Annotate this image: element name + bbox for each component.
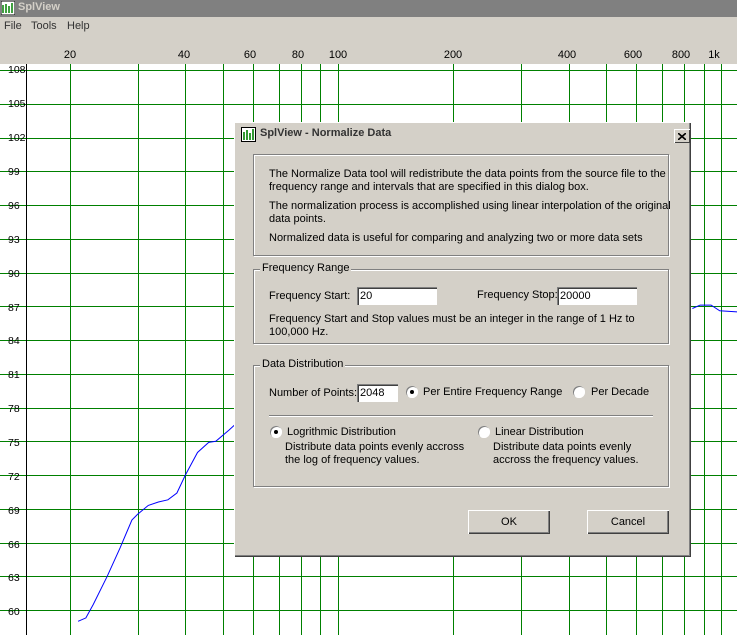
group-legend: Data Distribution bbox=[260, 358, 346, 370]
x-tick-label: 20 bbox=[63, 49, 77, 61]
x-tick-label: 800 bbox=[671, 49, 691, 61]
response-curve bbox=[77, 418, 242, 622]
ok-button-label: OK bbox=[501, 516, 517, 528]
linear-distribution-desc: Distribute data points evenly bbox=[493, 441, 632, 453]
y-tick-label: 66 bbox=[8, 539, 20, 551]
dialog-title: SplView - Normalize Data bbox=[260, 127, 392, 139]
app-title: SplView bbox=[18, 1, 60, 13]
y-tick-label: 72 bbox=[8, 471, 20, 483]
menu-tools[interactable]: Tools bbox=[31, 20, 57, 32]
number-of-points-label: Number of Points: bbox=[269, 387, 358, 399]
cancel-button[interactable]: Cancel bbox=[587, 510, 669, 534]
y-tick-label: 108 bbox=[8, 64, 26, 76]
menu-file[interactable]: File bbox=[4, 20, 22, 32]
linear-distribution-label[interactable]: Linear Distribution bbox=[495, 426, 584, 438]
close-icon bbox=[678, 132, 686, 140]
menu-bar: File Tools Help bbox=[0, 17, 737, 37]
y-tick-label: 93 bbox=[8, 234, 20, 246]
x-tick-label: 600 bbox=[623, 49, 643, 61]
y-tick-label: 60 bbox=[8, 606, 20, 618]
number-of-points-input[interactable] bbox=[357, 384, 398, 402]
x-tick-label: 200 bbox=[443, 49, 463, 61]
linear-distribution-desc: accross the frequency values. bbox=[493, 454, 639, 466]
y-tick-label: 102 bbox=[8, 132, 26, 144]
frequency-stop-label: Frequency Stop: bbox=[477, 289, 558, 301]
y-tick-label: 63 bbox=[8, 572, 20, 584]
app-icon bbox=[241, 127, 256, 142]
x-tick-label: 80 bbox=[291, 49, 305, 61]
data-distribution-group: Data Distribution Number of Points: Per … bbox=[253, 358, 669, 487]
info-text: data points. bbox=[269, 213, 326, 225]
normalize-data-dialog: SplView - Normalize Data The Normalize D… bbox=[234, 122, 691, 557]
info-text: frequency range and intervals that are s… bbox=[269, 181, 589, 193]
close-button[interactable] bbox=[674, 129, 690, 143]
per-decade-radio[interactable] bbox=[573, 386, 585, 398]
info-panel: The Normalize Data tool will redistribut… bbox=[253, 154, 671, 256]
y-tick-label: 87 bbox=[8, 302, 20, 314]
x-tick-label: 100 bbox=[328, 49, 348, 61]
frequency-range-group: Frequency Range Frequency Start: Frequen… bbox=[253, 262, 669, 344]
separator bbox=[269, 415, 653, 417]
frequency-note: 100,000 Hz. bbox=[269, 326, 329, 338]
y-tick-label: 81 bbox=[8, 369, 20, 381]
info-text: Normalized data is useful for comparing … bbox=[269, 232, 643, 244]
info-text: The normalization process is accomplishe… bbox=[269, 200, 671, 212]
x-tick-label: 40 bbox=[177, 49, 191, 61]
log-distribution-radio[interactable] bbox=[270, 426, 282, 438]
y-tick-label: 69 bbox=[8, 505, 20, 517]
frequency-start-input[interactable] bbox=[357, 287, 437, 305]
per-decade-label[interactable]: Per Decade bbox=[591, 386, 649, 398]
y-tick-label: 78 bbox=[8, 403, 20, 415]
per-range-radio[interactable] bbox=[406, 386, 418, 398]
x-tick-label: 1k bbox=[708, 49, 720, 61]
y-tick-label: 84 bbox=[8, 335, 20, 347]
menu-help[interactable]: Help bbox=[67, 20, 90, 32]
app-title-bar: SplView bbox=[0, 0, 737, 17]
group-legend: Frequency Range bbox=[260, 262, 352, 274]
x-tick-label: 60 bbox=[243, 49, 257, 61]
y-tick-label: 99 bbox=[8, 166, 20, 178]
log-distribution-label[interactable]: Logrithmic Distribution bbox=[287, 426, 396, 438]
frequency-note: Frequency Start and Stop values must be … bbox=[269, 313, 635, 325]
app-icon bbox=[1, 1, 15, 15]
frequency-start-label: Frequency Start: bbox=[269, 290, 351, 302]
y-tick-label: 75 bbox=[8, 437, 20, 449]
log-distribution-desc: Distribute data points evenly accross bbox=[285, 441, 465, 453]
y-tick-label: 96 bbox=[8, 200, 20, 212]
ok-button[interactable]: OK bbox=[468, 510, 550, 534]
per-range-label[interactable]: Per Entire Frequency Range bbox=[423, 386, 562, 398]
linear-distribution-radio[interactable] bbox=[478, 426, 490, 438]
y-tick-label: 90 bbox=[8, 268, 20, 280]
x-tick-label: 400 bbox=[557, 49, 577, 61]
y-tick-label: 105 bbox=[8, 98, 26, 110]
frequency-stop-input[interactable] bbox=[557, 287, 637, 305]
cancel-button-label: Cancel bbox=[610, 516, 646, 528]
dialog-title-bar[interactable]: SplView - Normalize Data bbox=[238, 125, 690, 143]
info-text: The Normalize Data tool will redistribut… bbox=[269, 168, 666, 180]
log-distribution-desc: the log of frequency values. bbox=[285, 454, 420, 466]
